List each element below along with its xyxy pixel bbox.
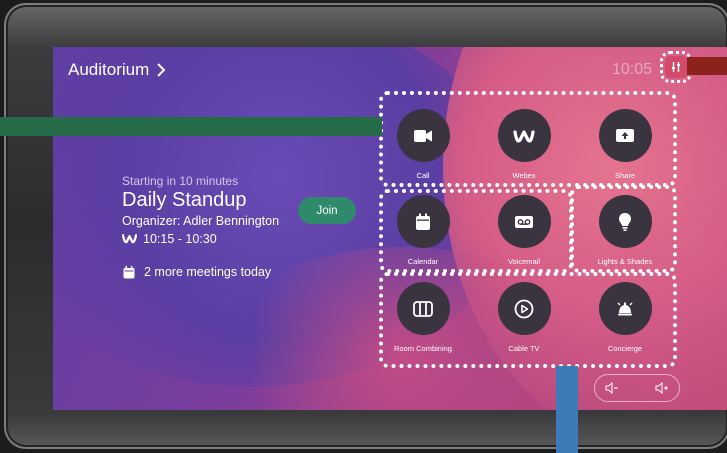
settings-button[interactable] [660,51,692,83]
tile-circle [598,109,652,162]
meeting-time-range: 10:15 - 10:30 [143,232,217,246]
meeting-starting-label: Starting in 10 minutes [122,174,239,188]
play-icon [514,299,534,318]
volume-up-button[interactable] [655,382,669,394]
volume-control [594,374,680,402]
clock: 10:05 [612,61,653,78]
chevron-right-icon [157,63,166,77]
more-meetings-link[interactable]: 2 more meetings today [123,265,271,279]
lightbulb-icon [619,212,631,231]
video-camera-icon [414,129,432,142]
touch-screen: Auditorium 10:05 Starting in 10 minutes … [53,47,727,410]
more-meetings-label: 2 more meetings today [144,265,272,279]
upcoming-meeting-card: Starting in 10 minutes Daily Standup Org… [122,174,279,246]
join-button[interactable]: Join [298,197,356,224]
voicemail-icon [515,215,533,228]
tile-circle [497,109,551,162]
callout-bar-red [687,57,727,75]
calendar-icon [123,265,135,278]
tile-label: Lights & Shades [597,257,653,266]
callout-bar-blue [556,366,578,453]
room-combining-icon [413,300,433,317]
volume-up-icon [655,382,668,394]
volume-down-button[interactable] [605,382,619,394]
device-bezel: Auditorium 10:05 Starting in 10 minutes … [4,3,727,449]
tile-circle [598,195,652,248]
callout-bar-green [0,117,382,136]
call-tile[interactable]: Call [373,109,473,180]
room-name-button[interactable]: Auditorium [68,60,167,80]
lights-shades-tile[interactable]: Lights & Shades [575,195,675,266]
tile-label: Share [614,171,635,180]
webex-icon [513,129,535,143]
tile-label: Webex [512,171,536,180]
share-tile[interactable]: Share [575,109,675,180]
meeting-time: 10:15 - 10:30 [122,232,279,246]
meeting-title: Daily Standup [122,189,247,211]
concierge-tile[interactable]: Concierge [575,282,675,353]
tile-label: Concierge [607,344,643,353]
calendar-icon [416,213,430,230]
concierge-bell-icon [617,302,633,315]
webex-icon [122,234,137,244]
volume-down-icon [605,382,618,394]
tile-circle [396,195,450,248]
calendar-tile[interactable]: Calendar [373,195,473,266]
tile-label: Cable TV [508,344,540,353]
tile-circle [497,195,551,248]
webex-tile[interactable]: Webex [474,109,574,180]
tile-circle [396,282,450,335]
settings-sliders-icon [672,62,680,72]
tile-label: Voicemail [507,257,541,266]
meeting-organizer: Organizer: Adler Bennington [122,214,280,228]
tile-label: Calendar [407,257,439,266]
tile-circle [497,282,551,335]
tile-label: Room Combining [394,344,452,353]
share-screen-icon [616,128,634,142]
cable-tv-tile[interactable]: Cable TV [474,282,574,353]
tile-circle [598,282,652,335]
room-name: Auditorium [68,60,150,79]
room-combining-tile[interactable]: Room Combining [373,282,473,353]
voicemail-tile[interactable]: Voicemail [474,195,574,266]
tile-label: Call [416,171,430,180]
tile-circle [396,109,450,162]
